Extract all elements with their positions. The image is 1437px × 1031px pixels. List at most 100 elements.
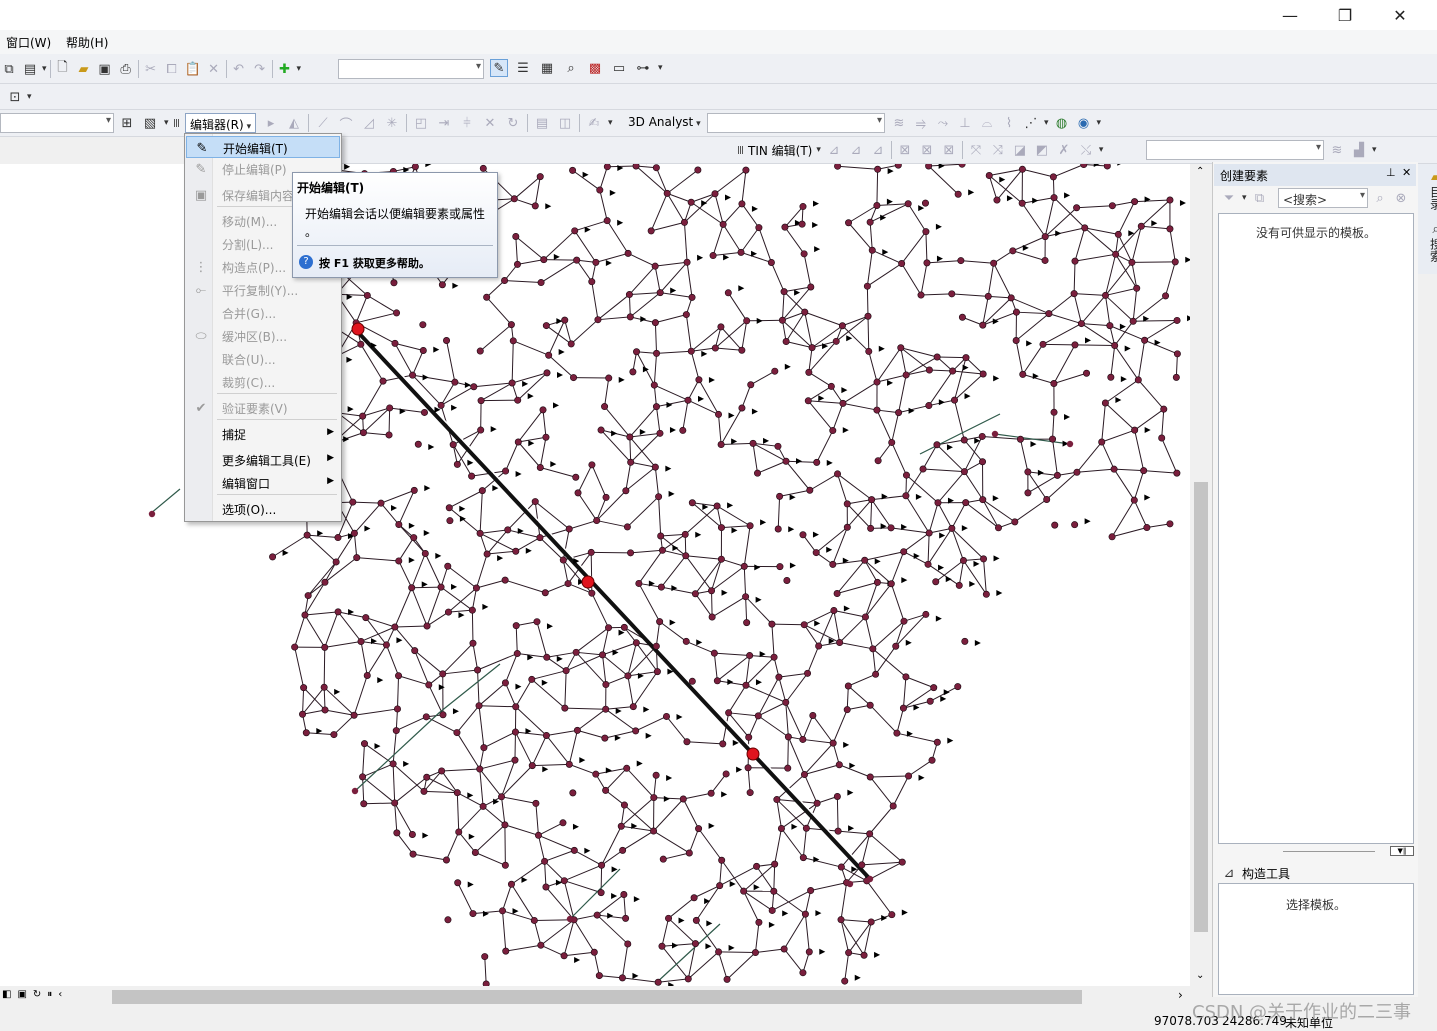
tin-edge-tag-icon[interactable]: ⤯: [1077, 141, 1095, 159]
construct-tools-list[interactable]: 选择模板。: [1218, 883, 1414, 995]
menu-window[interactable]: 窗口(W): [6, 34, 51, 51]
edit-annotation-icon[interactable]: ◭: [285, 114, 303, 132]
refresh-icon[interactable]: ↻: [33, 989, 41, 1000]
layer-combo[interactable]: ▾: [0, 113, 114, 133]
tin-node-height-icon[interactable]: ⤨: [989, 141, 1007, 159]
editor-menu-item[interactable]: 捕捉▶: [186, 423, 340, 445]
3d-layer-combo[interactable]: ▾: [707, 113, 885, 133]
toolbar-overflow-icon[interactable]: ▾: [658, 63, 663, 73]
highlighted-node[interactable]: [352, 323, 364, 335]
chevron-down-icon[interactable]: ▾: [1044, 118, 1049, 128]
split-icon[interactable]: ✕: [481, 114, 499, 132]
toolbar-overflow-icon[interactable]: ▾: [1097, 118, 1102, 128]
zoom-window-icon[interactable]: ⊡: [6, 88, 24, 106]
scale-combo[interactable]: ▾: [338, 59, 484, 79]
toolbar-overflow-icon[interactable]: ▾: [1372, 145, 1377, 155]
editor-menu-item[interactable]: 联合(U)...: [186, 348, 340, 370]
editor-menu-item[interactable]: ⬭缓冲区(B)...: [186, 325, 340, 347]
contour-icon[interactable]: ≋: [890, 114, 908, 132]
toolbar-grip[interactable]: [738, 146, 744, 154]
editor-menu-item[interactable]: 更多编辑工具(E)▶: [186, 449, 340, 471]
arcglobe-icon[interactable]: ◉: [1075, 114, 1093, 132]
cut-icon[interactable]: ✂: [142, 60, 160, 78]
editor-menu-item[interactable]: ✔验证要素(V): [186, 397, 340, 419]
undo-icon[interactable]: ↶: [230, 60, 248, 78]
minimize-button[interactable]: —: [1267, 0, 1313, 30]
attributes-icon[interactable]: ▤: [533, 114, 551, 132]
arc-segment-icon[interactable]: ⌒: [337, 114, 355, 132]
add-tin-point-icon[interactable]: ⊿: [825, 141, 843, 159]
edit-tool-icon[interactable]: ▸: [262, 114, 280, 132]
save-icon[interactable]: ▣: [96, 60, 114, 78]
print-icon[interactable]: ⎙: [117, 60, 135, 78]
add-data-plus-icon[interactable]: ✚: [276, 60, 294, 78]
redo-icon[interactable]: ↷: [251, 60, 269, 78]
delete-tin-edge-icon[interactable]: ⊠: [918, 141, 936, 159]
scroll-right-icon[interactable]: ›: [1178, 988, 1183, 1002]
tab-catalog[interactable]: ▰ 目录: [1419, 168, 1437, 210]
attribute-table-icon[interactable]: ▧: [141, 114, 159, 132]
collapse-toggle[interactable]: ▼‖: [1390, 846, 1414, 856]
tin-layer-combo[interactable]: ▾: [1146, 140, 1324, 160]
sketch-properties-icon[interactable]: ◫: [556, 114, 574, 132]
open-folder-icon[interactable]: ▰: [75, 60, 93, 78]
chevron-down-icon[interactable]: ▾: [816, 145, 821, 155]
graph-icon[interactable]: ⋰: [1022, 114, 1040, 132]
histogram-icon[interactable]: ▟: [1350, 141, 1368, 159]
editor-menu-item[interactable]: ⟜平行复制(Y)...: [186, 279, 340, 301]
new-document-icon[interactable]: 🗋: [54, 60, 72, 78]
swap-tin-edge-icon[interactable]: ⊠: [940, 141, 958, 159]
editor-toolbar-toggle-icon[interactable]: ✎: [490, 59, 508, 77]
scroll-up-icon[interactable]: ⌃: [1196, 166, 1204, 177]
delete-icon[interactable]: ✕: [205, 60, 223, 78]
map-display[interactable]: [0, 164, 1190, 986]
search-icon[interactable]: ⌕: [1371, 189, 1389, 207]
toolbar-overflow-icon[interactable]: ▾: [42, 64, 47, 74]
steepest-path-icon[interactable]: ⥤: [912, 114, 930, 132]
restore-button[interactable]: ❐: [1322, 0, 1368, 30]
delete-tin-node-icon[interactable]: ⊠: [896, 141, 914, 159]
copy-icon[interactable]: ⧠: [163, 60, 181, 78]
splitter[interactable]: [1283, 851, 1375, 852]
model-builder-icon[interactable]: ⊶: [634, 59, 652, 77]
toolbar-overflow-icon[interactable]: ▾: [608, 118, 613, 128]
data-view-icon[interactable]: ◧: [2, 989, 11, 1000]
catalog-window-icon[interactable]: ▦: [538, 59, 556, 77]
interpolate-line-icon[interactable]: ⌇: [1000, 114, 1018, 132]
reshape-icon[interactable]: ⇥: [435, 114, 453, 132]
scroll-left-icon[interactable]: ‹: [58, 989, 62, 1000]
template-search-input[interactable]: <搜索> ▾: [1278, 188, 1368, 208]
trace-icon[interactable]: ◿: [360, 114, 378, 132]
scroll-down-icon[interactable]: ⌄: [1196, 970, 1204, 981]
tin-delineate-icon[interactable]: ◪: [1011, 141, 1029, 159]
toolbar-overflow-icon[interactable]: ▾: [27, 92, 32, 102]
tab-search[interactable]: ⌕ 搜索: [1419, 220, 1437, 262]
pin-icon[interactable]: ⊥: [1386, 166, 1396, 179]
toolbar-overflow-icon[interactable]: ▾: [1099, 145, 1104, 155]
edit-vertices-icon[interactable]: ◰: [412, 114, 430, 132]
vertical-scroll-thumb[interactable]: [1194, 482, 1208, 932]
editor-menu-item[interactable]: 编辑窗口▶: [186, 472, 340, 494]
print-preview-icon[interactable]: ▤: [21, 60, 39, 78]
chevron-down-icon[interactable]: ▾: [297, 64, 302, 74]
tin-tag-icon[interactable]: ◩: [1033, 141, 1051, 159]
arctoolbox-icon[interactable]: ▩: [586, 59, 604, 77]
pause-drawing-icon[interactable]: ⏸: [47, 989, 52, 1000]
editor-menu-item[interactable]: 裁剪(C)...: [186, 371, 340, 393]
toolbar-overflow-icon[interactable]: ▾: [164, 118, 169, 128]
close-window-button[interactable]: ✕: [1377, 0, 1423, 30]
tin-edit-menu[interactable]: TIN 编辑(T): [748, 142, 812, 159]
add-data-icon[interactable]: ⧉: [0, 60, 18, 78]
network-map[interactable]: [0, 164, 1190, 986]
editor-menu-button[interactable]: 编辑器(R) ▾: [185, 113, 256, 133]
chevron-down-icon[interactable]: ▾: [1242, 193, 1247, 203]
highlighted-node[interactable]: [747, 748, 759, 760]
editor-menu-item[interactable]: 选项(O)...: [186, 498, 340, 520]
point-icon[interactable]: ✳: [383, 114, 401, 132]
toolbar-grip[interactable]: [174, 119, 180, 127]
layout-view-icon[interactable]: ▣: [17, 989, 26, 1000]
editor-menu-item[interactable]: ✎开始编辑(T): [186, 136, 340, 158]
arcscene-icon[interactable]: ◍: [1053, 114, 1071, 132]
terrain-icon[interactable]: ≋: [1328, 141, 1346, 159]
interpolate-point-icon[interactable]: ⌓: [978, 114, 996, 132]
